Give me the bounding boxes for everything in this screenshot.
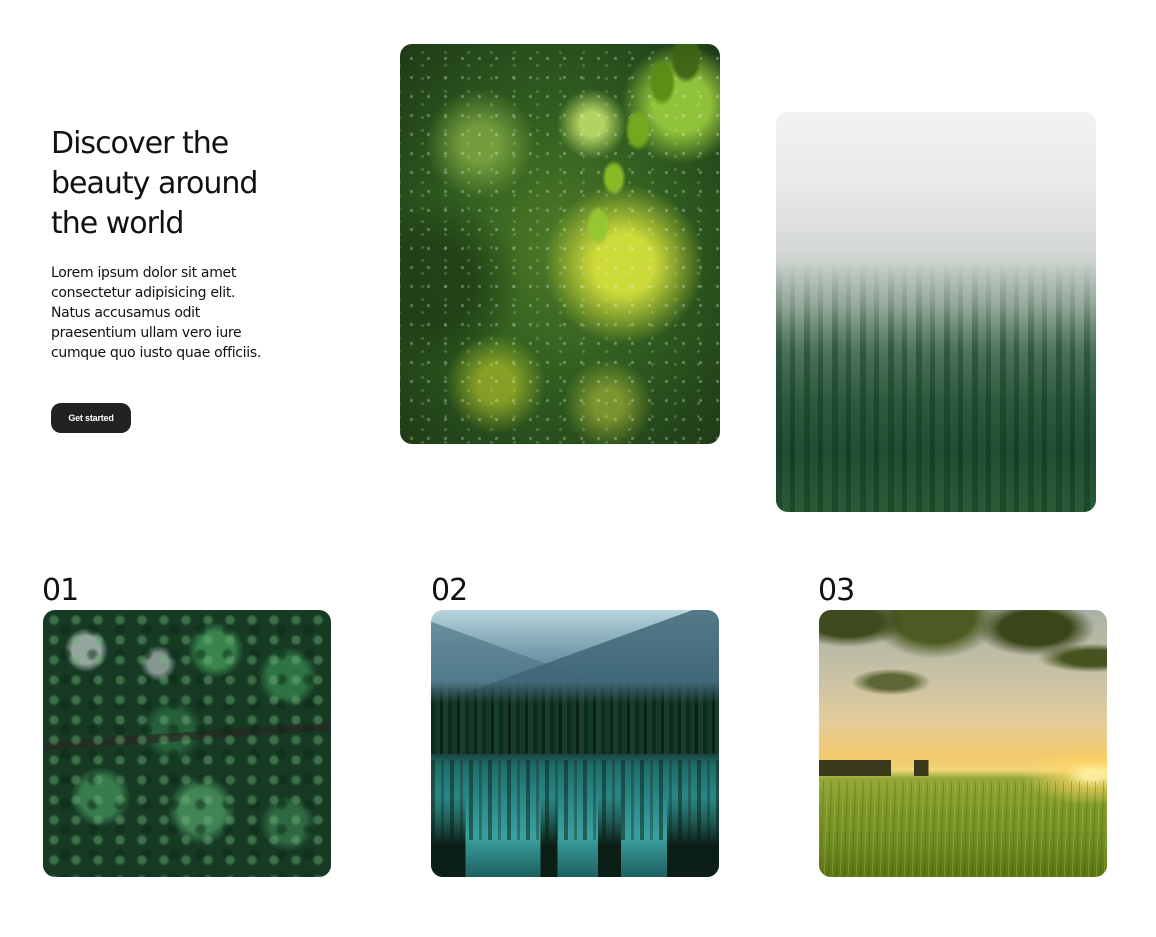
grass-field xyxy=(819,780,1107,877)
sunset-field-photo xyxy=(819,610,1107,877)
tree-canopy xyxy=(819,610,1107,731)
foggy-forest-photo xyxy=(776,112,1096,512)
gallery-number-03: 03 xyxy=(818,573,855,608)
leaves-bokeh-photo xyxy=(400,44,720,444)
hero-description: Lorem ipsum dolor sit amet consectetur a… xyxy=(51,265,262,361)
get-started-button[interactable]: Get started xyxy=(51,403,131,433)
foreground-pines xyxy=(431,796,719,877)
gallery-number-01: 01 xyxy=(42,573,79,608)
leaf-branch xyxy=(550,44,710,274)
gallery-number-02: 02 xyxy=(431,573,468,608)
mountain-lake-photo xyxy=(431,610,719,877)
lake-treeline xyxy=(431,682,719,755)
distant-trees xyxy=(819,759,1107,776)
forest-treeline xyxy=(776,264,1096,512)
aerial-canopy-texture xyxy=(43,610,331,877)
hero-title: Discover the beauty around the world xyxy=(51,126,258,241)
aerial-forest-photo xyxy=(43,610,331,877)
